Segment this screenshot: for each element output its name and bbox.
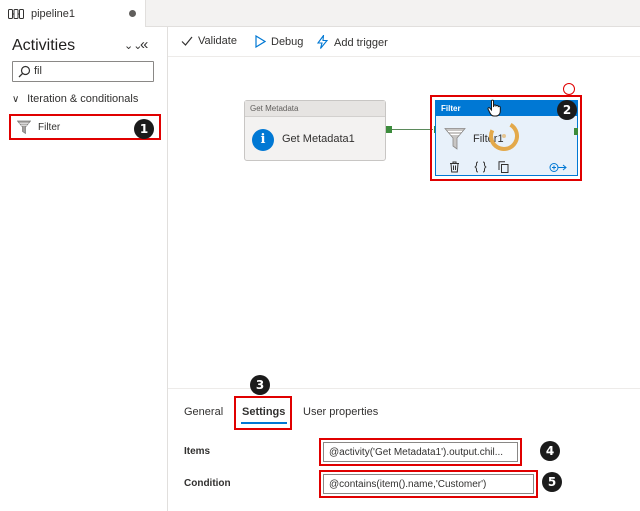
callout-badge: 2 [557,100,577,120]
validate-button[interactable]: Validate [181,35,237,47]
callout-badge: 1 [134,119,154,139]
funnel-icon [444,128,466,150]
pipeline-canvas[interactable]: Get Metadata i Get Metadata1 Filter Filt… [168,58,640,388]
tab-general[interactable]: General [184,406,223,418]
selected-tab-indicator [241,422,287,424]
tab-pipeline1[interactable]: pipeline1 [0,0,146,28]
tab-user-properties[interactable]: User properties [303,406,378,418]
items-label: Items [184,446,211,457]
play-icon [255,34,267,49]
lightning-icon [316,33,329,49]
add-output-arrow-icon[interactable] [549,162,567,173]
annotation-circle-icon [563,83,575,95]
add-trigger-label: Add trigger [334,37,388,49]
tab-title: pipeline1 [31,8,76,20]
callout-badge: 4 [540,441,560,461]
hand-cursor-icon [487,99,501,117]
chevron-down-icon: ∨ [12,94,20,105]
pipeline-icon [8,9,24,19]
checkmark-icon [181,36,193,46]
properties-panel: General Settings User properties 3 Items… [168,375,640,511]
search-input[interactable]: fil [12,61,154,82]
unsaved-dot-icon [129,10,136,17]
validate-label: Validate [198,35,237,47]
callout-badge: 5 [542,472,562,492]
get-metadata-header: Get Metadata [245,101,385,117]
activities-sidebar: Activities ⌄⌄ « fil ∨ Iteration & condit… [0,27,168,511]
condition-input[interactable]: @contains(item().name,'Customer') [323,474,534,494]
condition-label: Condition [184,478,231,489]
pipeline-toolbar: Validate Debug Add trigger [168,27,640,57]
get-metadata-label: Get Metadata1 [282,133,355,145]
add-trigger-button[interactable]: Add trigger [316,33,388,49]
items-field-highlight: @activity('Get Metadata1').output.chil..… [319,438,522,466]
search-value: fil [34,65,42,77]
delete-icon[interactable] [449,161,460,173]
category-iteration-conditionals[interactable]: ∨ Iteration & conditionals [12,93,138,105]
tab-bar: pipeline1 [0,0,640,28]
tab-settings[interactable]: Settings [242,406,285,418]
debug-button[interactable]: Debug [254,34,304,49]
output-port-icon[interactable] [574,128,578,135]
connector-line [392,129,433,130]
funnel-icon [17,120,31,135]
copy-icon[interactable] [498,161,509,173]
condition-field-highlight: @contains(item().name,'Customer') [319,470,538,498]
debug-label: Debug [271,36,304,48]
sidebar-title: Activities [12,37,76,54]
code-braces-icon[interactable] [474,161,487,173]
hide-panel-icon[interactable]: « [140,36,148,53]
filter-header: Filter [436,101,577,116]
callout-badge: 3 [250,375,270,395]
get-metadata-activity[interactable]: Get Metadata i Get Metadata1 [244,100,386,161]
info-icon: i [252,129,274,151]
loading-spinner-icon [489,121,519,151]
activity-item-label: Filter [38,122,61,133]
category-label: Iteration & conditionals [27,93,139,105]
search-icon [18,65,31,78]
items-input[interactable]: @activity('Get Metadata1').output.chil..… [323,442,518,462]
